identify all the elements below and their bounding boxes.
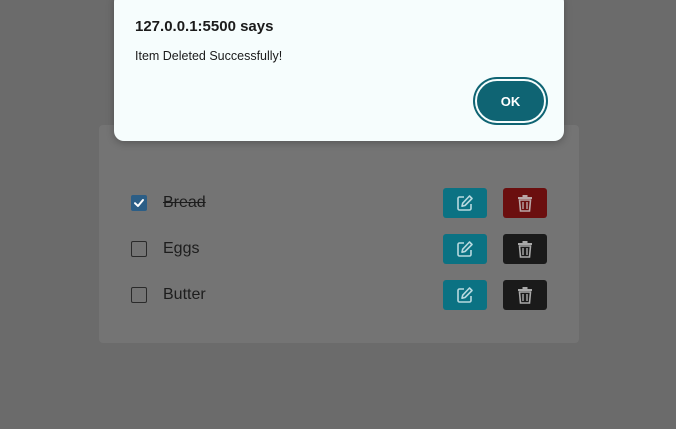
pencil-square-icon bbox=[457, 195, 473, 211]
item-label: Bread bbox=[163, 194, 206, 211]
ok-button[interactable]: OK bbox=[475, 79, 546, 123]
pencil-square-icon bbox=[457, 287, 473, 303]
delete-button[interactable] bbox=[503, 280, 547, 310]
alert-dialog: 127.0.0.1:5500 says Item Deleted Success… bbox=[114, 0, 564, 141]
delete-button[interactable] bbox=[503, 188, 547, 218]
list-item: Bread bbox=[131, 188, 547, 218]
edit-button[interactable] bbox=[443, 188, 487, 218]
dialog-message: Item Deleted Successfully! bbox=[135, 49, 283, 63]
checkbox-bread[interactable] bbox=[131, 195, 147, 211]
delete-button[interactable] bbox=[503, 234, 547, 264]
trash-icon bbox=[518, 287, 532, 304]
item-label: Eggs bbox=[163, 240, 200, 257]
checkbox-eggs[interactable] bbox=[131, 241, 147, 257]
checkmark-icon bbox=[134, 199, 144, 207]
todo-card: Bread Eggs Butter bbox=[99, 125, 579, 343]
list-item: Butter bbox=[131, 280, 547, 310]
pencil-square-icon bbox=[457, 241, 473, 257]
item-label: Butter bbox=[163, 286, 206, 303]
list-item: Eggs bbox=[131, 234, 547, 264]
edit-button[interactable] bbox=[443, 234, 487, 264]
trash-icon bbox=[518, 195, 532, 212]
dialog-title: 127.0.0.1:5500 says bbox=[135, 18, 274, 35]
checkbox-butter[interactable] bbox=[131, 287, 147, 303]
edit-button[interactable] bbox=[443, 280, 487, 310]
trash-icon bbox=[518, 241, 532, 258]
